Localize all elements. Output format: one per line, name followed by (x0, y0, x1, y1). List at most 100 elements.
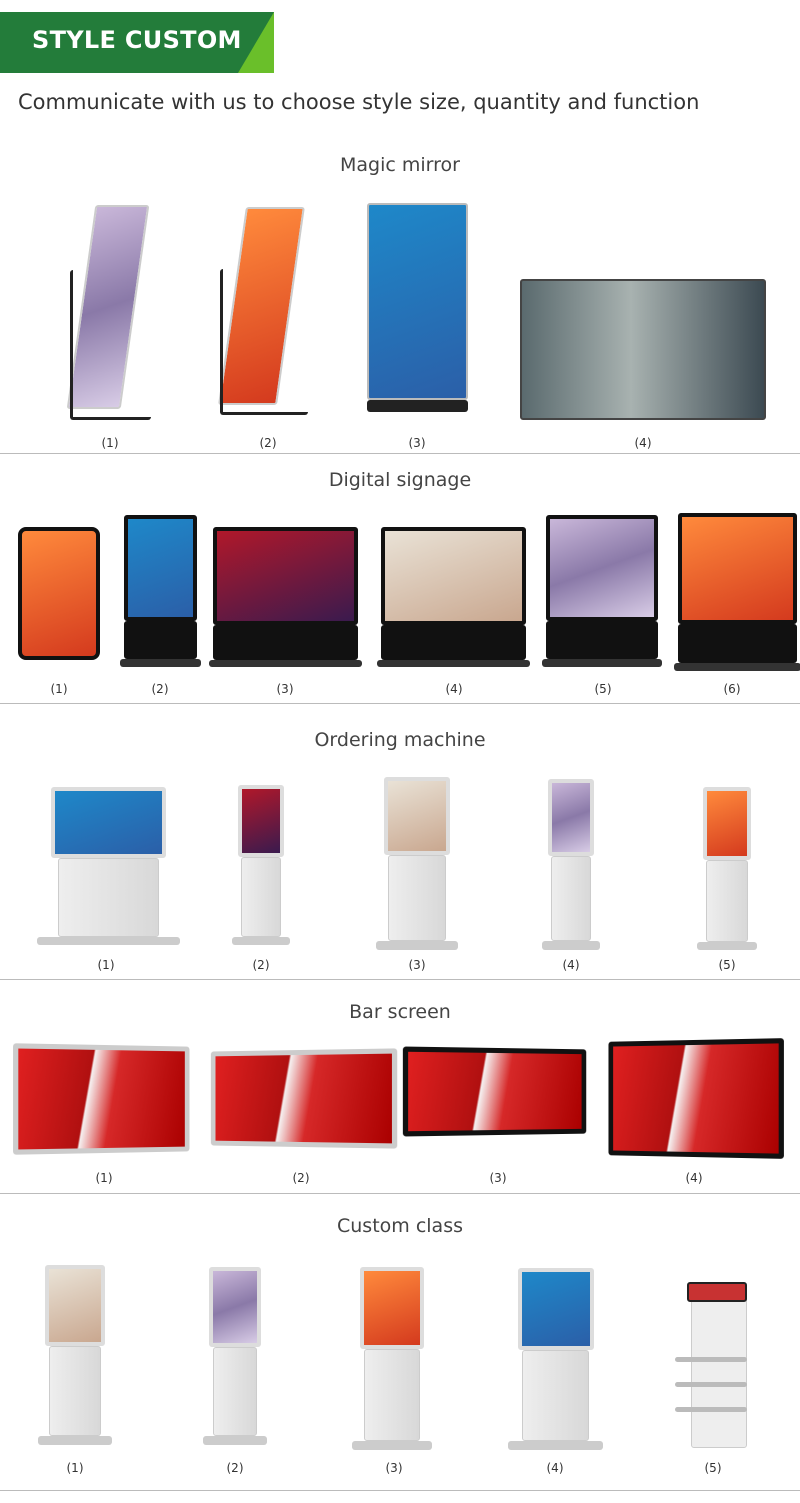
product-label: (4) (562, 958, 580, 972)
signage-screen (546, 515, 658, 622)
kiosk-screen (209, 1267, 261, 1348)
product-label: (2) (151, 682, 169, 696)
shelf-frame (691, 1290, 747, 1448)
subtitle: Communicate with us to choose style size… (18, 90, 700, 114)
signage-screen (124, 515, 197, 622)
mirror-screen (367, 203, 468, 400)
signage-screen (381, 527, 526, 625)
signage-screen (678, 513, 797, 624)
wall-mirror (520, 279, 766, 420)
product-image (402, 1046, 590, 1137)
product-image (367, 203, 468, 412)
kiosk-body (522, 1349, 589, 1441)
product-label: (6) (723, 682, 741, 696)
kiosk-base (352, 1440, 432, 1450)
kiosk-screen (51, 787, 166, 859)
product-image (675, 1282, 755, 1448)
product-label: (3) (408, 958, 426, 972)
shelf-tray (675, 1356, 747, 1362)
kiosk-base (203, 1436, 267, 1445)
kiosk-screen (360, 1267, 424, 1350)
product-image (376, 777, 458, 950)
section-divider (0, 453, 800, 454)
kiosk-screen (237, 785, 285, 857)
product-image (674, 513, 800, 671)
signage-body (678, 623, 797, 664)
kiosk-screen (547, 779, 595, 856)
signage-base (542, 659, 662, 667)
section-divider (0, 1490, 800, 1491)
product-image (697, 787, 757, 950)
product-image (508, 1268, 603, 1450)
signage-base (120, 659, 201, 667)
product-image (520, 279, 766, 420)
product-image (542, 779, 600, 950)
product-image (207, 1048, 398, 1149)
product-image (217, 207, 318, 415)
signage-base (377, 660, 530, 667)
product-label: (2) (252, 958, 270, 972)
kiosk-body (212, 1347, 258, 1437)
product-image (66, 205, 160, 420)
signage-body (381, 625, 526, 660)
section-title: Magic mirror (340, 154, 460, 176)
kiosk-base (232, 937, 290, 945)
mirror-stand (70, 269, 151, 420)
kiosk-screen (384, 777, 450, 855)
bar-screen (608, 1038, 784, 1159)
product-label: (4) (685, 1171, 703, 1185)
signage-base (674, 663, 800, 671)
product-label: (1) (66, 1461, 84, 1475)
kiosk-base (508, 1440, 603, 1450)
product-image (542, 515, 662, 667)
product-label: (5) (718, 958, 736, 972)
product-label: (1) (101, 436, 119, 450)
product-label: (4) (634, 436, 652, 450)
product-image (18, 527, 100, 660)
product-label: (4) (546, 1461, 564, 1475)
kiosk-body (240, 857, 282, 937)
kiosk-base (38, 1436, 112, 1445)
kiosk-body (49, 1346, 101, 1436)
product-label: (2) (292, 1171, 310, 1185)
kiosk-screen (703, 787, 751, 861)
mirror-stand (220, 269, 309, 415)
kiosk-body (364, 1349, 420, 1441)
shelf-tray (675, 1406, 747, 1412)
product-label: (2) (226, 1461, 244, 1475)
kiosk-screen (45, 1265, 105, 1346)
section-title: Bar screen (349, 1001, 451, 1023)
product-label: (5) (594, 682, 612, 696)
shelf-tray (675, 1381, 747, 1387)
product-label: (1) (95, 1171, 113, 1185)
signage-base (209, 660, 362, 667)
kiosk-body (550, 855, 592, 942)
signage-screen (213, 527, 358, 625)
product-image (209, 527, 362, 667)
signage-body (124, 621, 197, 660)
product-image (13, 1043, 193, 1155)
signage-body (546, 621, 658, 660)
product-label: (3) (489, 1171, 507, 1185)
product-label: (1) (50, 682, 68, 696)
kiosk-base (376, 941, 458, 950)
style-custom-banner: STYLE CUSTOM (0, 12, 274, 73)
product-image (377, 527, 530, 667)
kiosk-base (542, 941, 600, 950)
section-divider (0, 703, 800, 704)
kiosk-body (58, 858, 159, 938)
section-title: Custom class (337, 1215, 463, 1237)
product-image (120, 515, 201, 667)
product-image (203, 1267, 267, 1445)
product-image (605, 1038, 784, 1159)
kiosk-base (37, 937, 180, 945)
product-label: (5) (704, 1461, 722, 1475)
product-label: (4) (445, 682, 463, 696)
product-label: (1) (97, 958, 115, 972)
product-label: (3) (385, 1461, 403, 1475)
kiosk-body (388, 854, 446, 942)
banner-title: STYLE CUSTOM (32, 26, 242, 54)
shelf-screen (687, 1282, 747, 1302)
product-image (232, 785, 290, 945)
kiosk-screen (517, 1268, 594, 1350)
